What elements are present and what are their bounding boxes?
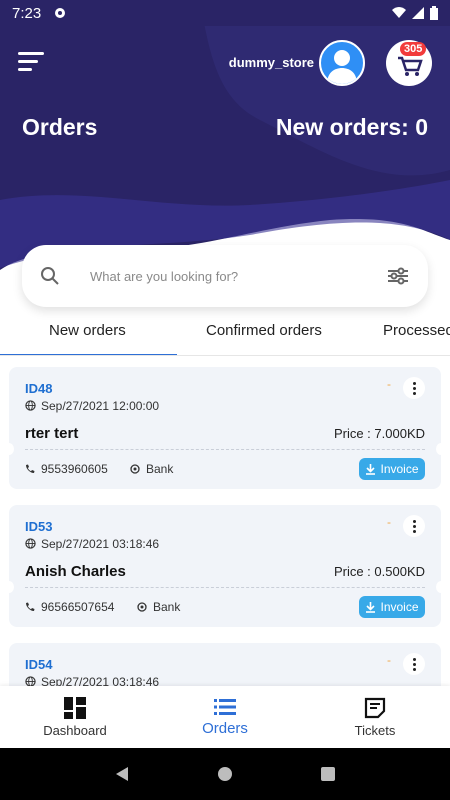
order-tabs: New orders Confirmed orders Processed	[0, 312, 450, 356]
back-icon[interactable]	[114, 766, 130, 782]
card-notch-left	[4, 581, 14, 593]
card-notch-right	[436, 581, 446, 593]
page-title: Orders	[22, 114, 98, 140]
ticket-icon	[364, 697, 386, 718]
nav-dashboard-label: Dashboard	[43, 722, 107, 738]
more-options-icon[interactable]	[403, 653, 425, 675]
wifi-icon	[392, 7, 406, 18]
nav-orders-label: Orders	[202, 719, 248, 737]
payment-method: Bank	[153, 600, 181, 614]
battery-icon	[430, 6, 438, 20]
order-id: ID53	[25, 519, 53, 534]
store-name: dummy_store	[228, 55, 314, 70]
order-card[interactable]: ID53 Sep/27/2021 03:18:46 - Anish Charle…	[4, 505, 446, 627]
list-icon	[214, 698, 236, 715]
payment-method: Bank	[146, 462, 174, 476]
invoice-button[interactable]: Invoice	[359, 458, 425, 480]
status-marker: -	[387, 653, 391, 667]
card-divider	[25, 449, 425, 450]
nav-tickets-label: Tickets	[354, 722, 396, 738]
order-list: ID48 Sep/27/2021 12:00:00 - rter tert Pr…	[0, 364, 450, 686]
user-icon	[327, 50, 357, 84]
nav-orders[interactable]: Orders	[150, 686, 300, 748]
phone-icon	[26, 602, 35, 611]
status-bar: 7:23	[0, 0, 450, 26]
order-date: Sep/27/2021 12:00:00	[41, 399, 160, 413]
customer-phone: 96566507654	[41, 600, 115, 614]
invoice-label: Invoice	[380, 600, 419, 614]
menu-icon[interactable]	[18, 52, 46, 74]
bottom-nav: Dashboard Orders Tickets	[0, 686, 450, 748]
globe-icon	[25, 676, 36, 686]
order-date: Sep/27/2021 03:18:46	[41, 537, 160, 551]
card-divider	[25, 587, 425, 588]
tab-confirmed-orders[interactable]: Confirmed orders	[206, 322, 322, 339]
status-marker: -	[387, 377, 391, 391]
order-price: Price : 0.500KD	[333, 564, 425, 579]
home-icon[interactable]	[217, 766, 233, 782]
tab-indicator	[0, 354, 177, 355]
cart-badge: 305	[400, 42, 427, 56]
status-time: 7:23	[12, 4, 42, 22]
globe-icon	[25, 400, 36, 411]
customer-phone: 9553960605	[41, 462, 108, 476]
new-orders-count: New orders: 0	[275, 114, 428, 140]
avatar[interactable]	[319, 40, 365, 86]
search-bar	[22, 245, 428, 307]
more-options-icon[interactable]	[403, 515, 425, 537]
recents-icon[interactable]	[320, 766, 336, 782]
order-date: Sep/27/2021 03:18:46	[41, 675, 160, 686]
download-icon	[366, 463, 376, 475]
search-input[interactable]	[90, 268, 386, 284]
card-notch-right	[436, 443, 446, 455]
phone-icon	[26, 464, 35, 473]
gear-icon	[55, 8, 66, 18]
nav-dashboard[interactable]: Dashboard	[0, 686, 150, 748]
customer-name: Anish Charles	[25, 563, 126, 580]
order-card[interactable]: ID48 Sep/27/2021 12:00:00 - rter tert Pr…	[4, 367, 446, 489]
nav-tickets[interactable]: Tickets	[300, 686, 450, 748]
order-price: Price : 7.000KD	[333, 426, 425, 441]
customer-name: rter tert	[25, 425, 79, 442]
dashboard-icon	[64, 696, 86, 719]
globe-icon	[25, 538, 36, 549]
order-id: ID48	[25, 381, 53, 396]
tab-new-orders[interactable]: New orders	[49, 322, 126, 339]
order-id: ID54	[25, 657, 53, 672]
invoice-button[interactable]: Invoice	[359, 596, 425, 618]
tab-processed[interactable]: Processed	[383, 322, 450, 339]
system-nav-bar	[0, 748, 450, 800]
signal-icon	[412, 7, 424, 19]
search-icon[interactable]	[40, 266, 60, 286]
payment-icon	[130, 464, 140, 474]
filter-icon[interactable]	[386, 266, 410, 286]
download-icon	[366, 601, 376, 613]
card-notch-left	[4, 443, 14, 455]
invoice-label: Invoice	[380, 462, 419, 476]
status-marker: -	[387, 515, 391, 529]
payment-icon	[137, 602, 147, 612]
order-card[interactable]: ID54 Sep/27/2021 03:18:46 -	[9, 643, 441, 686]
more-options-icon[interactable]	[403, 377, 425, 399]
